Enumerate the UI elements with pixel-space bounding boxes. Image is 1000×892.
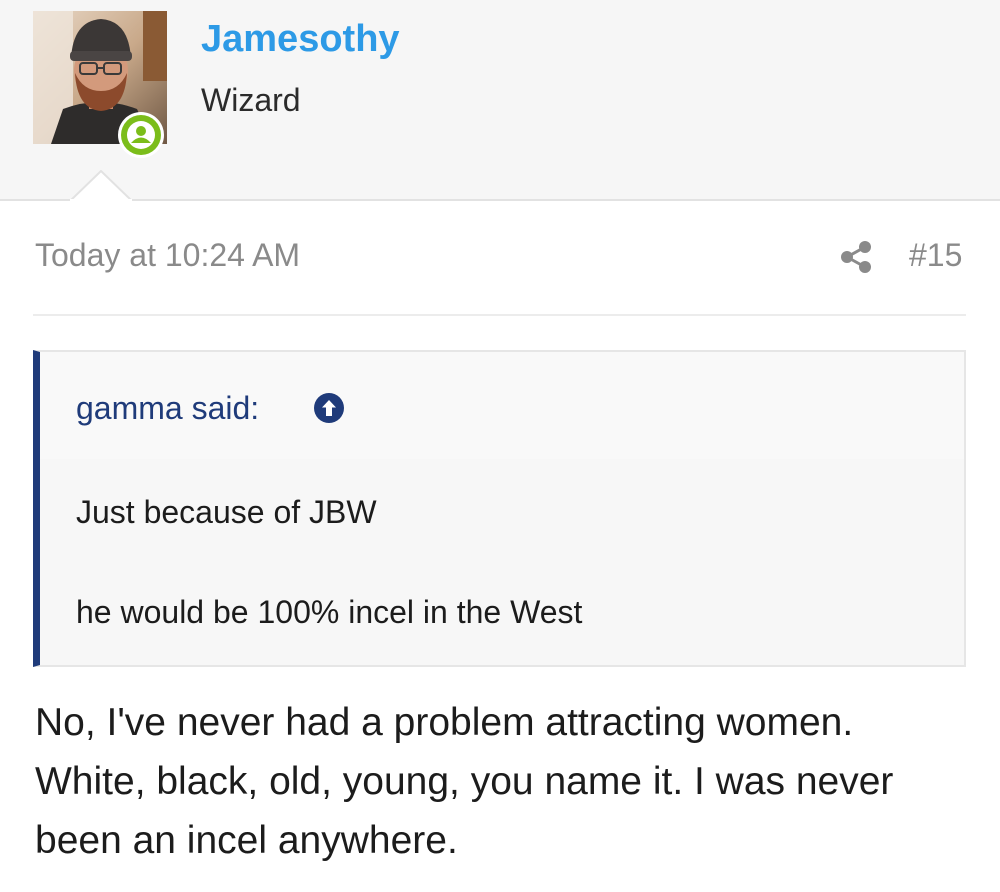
divider	[33, 314, 966, 316]
post-body-line: White, black, old, young, you name it. I…	[35, 760, 894, 803]
user-header: Jamesothy Wizard	[0, 0, 1000, 201]
quote-text-line: Just because of JBW	[76, 494, 377, 530]
quote-header: gamma said:	[40, 352, 964, 459]
post-body-line: been an incel anywhere.	[35, 819, 458, 862]
user-title: Wizard	[201, 82, 301, 118]
quote-author-link[interactable]: gamma said:	[76, 390, 259, 427]
username[interactable]: Jamesothy	[201, 18, 400, 61]
post-number-link[interactable]: #15	[909, 237, 962, 274]
forum-post: Jamesothy Wizard Today at 10:24 AM #15 g…	[0, 0, 1000, 892]
quote-block: gamma said: Just because of JBW he would…	[33, 350, 966, 667]
quote-text-line: he would be 100% incel in the West	[76, 594, 583, 630]
post-body: No, I've never had a problem attracting …	[35, 693, 975, 870]
post-body-line: No, I've never had a problem attracting …	[35, 701, 854, 744]
arrow-up-circle-icon[interactable]	[313, 392, 345, 424]
user-online-icon	[118, 112, 164, 158]
post-date[interactable]: Today at 10:24 AM	[35, 237, 300, 274]
share-icon[interactable]	[838, 239, 874, 275]
message-pointer	[70, 170, 132, 202]
